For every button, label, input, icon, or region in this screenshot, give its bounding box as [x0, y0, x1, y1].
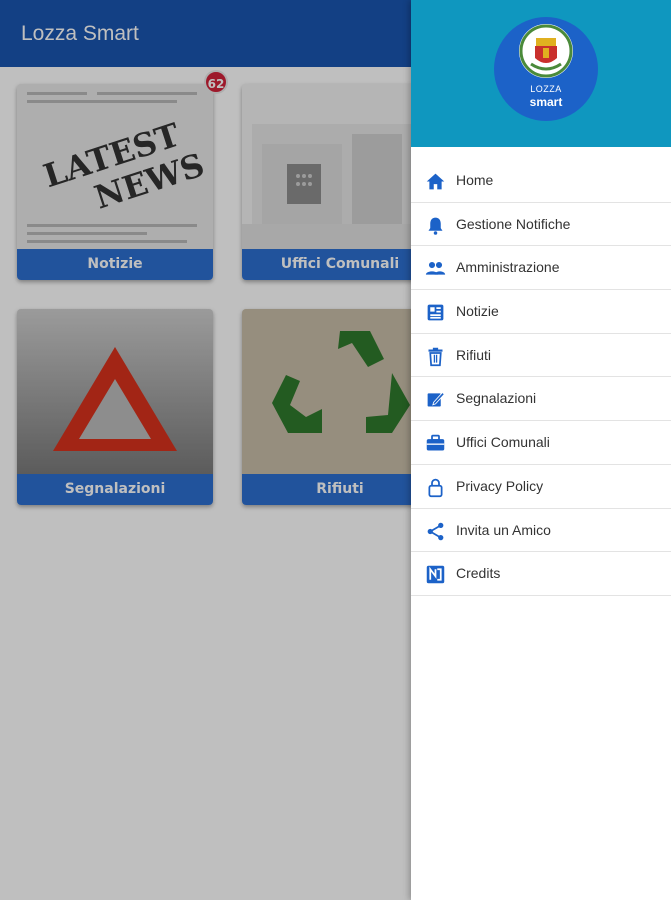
credits-icon: [426, 565, 445, 584]
people-icon: [425, 262, 446, 275]
trash-icon: [428, 347, 443, 366]
menu-item-label: Uffici Comunali: [456, 434, 550, 451]
bell-icon: [428, 217, 443, 235]
share-icon: [427, 522, 444, 540]
menu-item-gestione-notifiche[interactable]: Gestione Notifiche: [411, 203, 671, 247]
drawer-menu: Home Gestione Notifiche Amministrazione …: [411, 159, 671, 596]
menu-item-label: Notizie: [456, 303, 499, 320]
menu-item-label: Rifiuti: [456, 346, 492, 363]
navigation-drawer: LOZZA smart Home Gestione Notifiche Ammi…: [411, 0, 671, 900]
menu-item-invita-un-amico[interactable]: Invita un Amico: [411, 509, 671, 553]
menu-item-label: Gestione Notifiche: [456, 215, 571, 232]
menu-item-label: Home: [456, 172, 494, 188]
edit-icon: [427, 392, 445, 407]
logo-text-line2: smart: [529, 95, 563, 109]
menu-item-notizie[interactable]: Notizie: [411, 290, 671, 334]
menu-item-rifiuti[interactable]: Rifiuti: [411, 334, 671, 378]
home-icon: [426, 173, 445, 190]
menu-item-credits[interactable]: Credits: [411, 552, 671, 596]
drawer-header: LOZZA smart: [411, 0, 671, 147]
menu-item-privacy-policy[interactable]: Privacy Policy: [411, 465, 671, 509]
menu-item-home[interactable]: Home: [411, 159, 671, 203]
menu-item-label: Credits: [456, 565, 501, 582]
menu-item-label: Amministrazione: [456, 259, 560, 276]
menu-item-label: Invita un Amico: [456, 521, 551, 538]
newspaper-icon: [427, 304, 444, 321]
menu-item-label: Privacy Policy: [456, 477, 544, 494]
menu-item-label: Segnalazioni: [456, 390, 537, 407]
lock-icon: [428, 478, 443, 497]
coat-of-arms-icon: [519, 24, 573, 78]
menu-item-uffici-comunali[interactable]: Uffici Comunali: [411, 421, 671, 465]
menu-item-segnalazioni[interactable]: Segnalazioni: [411, 377, 671, 422]
logo-text-line1: LOZZA: [530, 84, 562, 94]
menu-item-amministrazione[interactable]: Amministrazione: [411, 246, 671, 291]
briefcase-icon: [426, 434, 445, 451]
app-logo: LOZZA smart: [494, 17, 598, 121]
